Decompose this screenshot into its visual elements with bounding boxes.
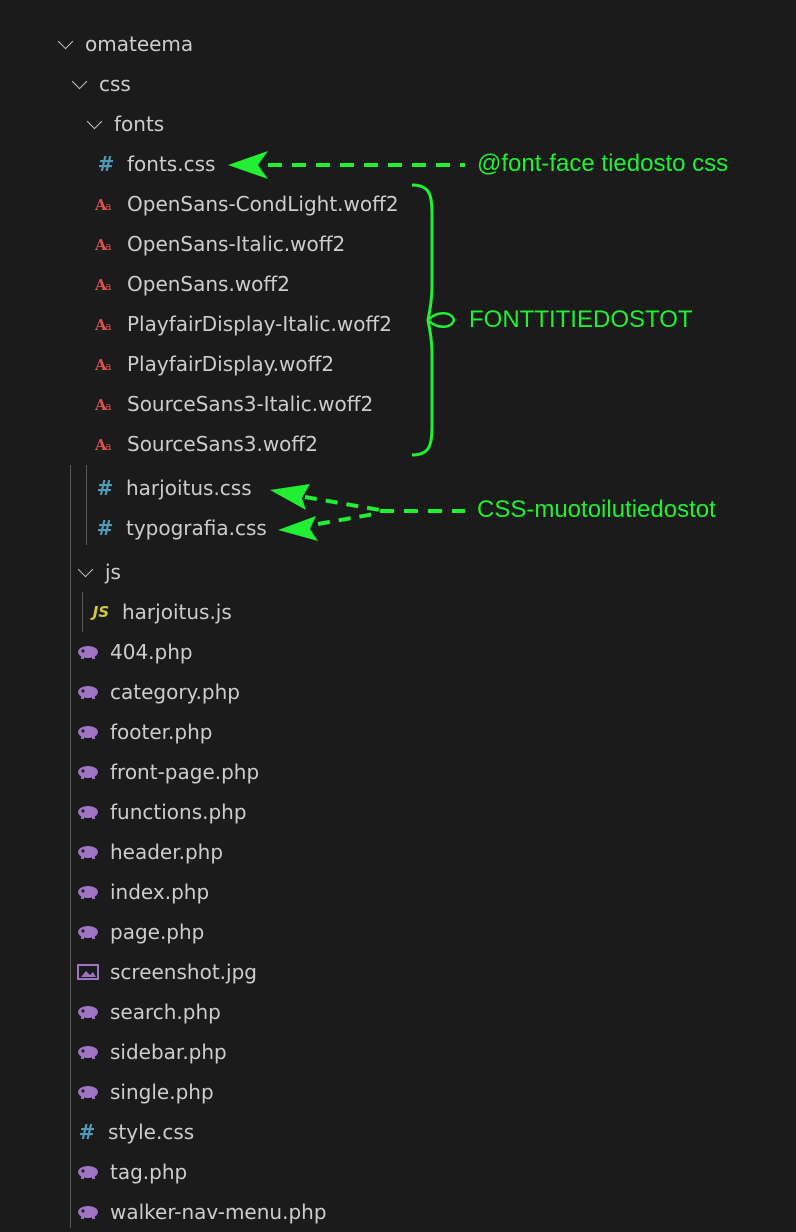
arrowhead <box>278 516 318 541</box>
arrowhead <box>270 484 310 510</box>
arrowhead <box>228 151 268 179</box>
annotation-overlay <box>228 151 465 541</box>
annotation-css-files: CSS-muotoilutiedostot <box>477 496 716 523</box>
annotation-font-face: @font-face tiedosto css <box>477 150 729 177</box>
annotation-font-files: FONTTITIEDOSTOT <box>469 306 693 333</box>
dashed-arrow-line <box>317 511 381 526</box>
dashed-arrow-line <box>304 495 381 512</box>
brace-loop <box>427 312 456 328</box>
